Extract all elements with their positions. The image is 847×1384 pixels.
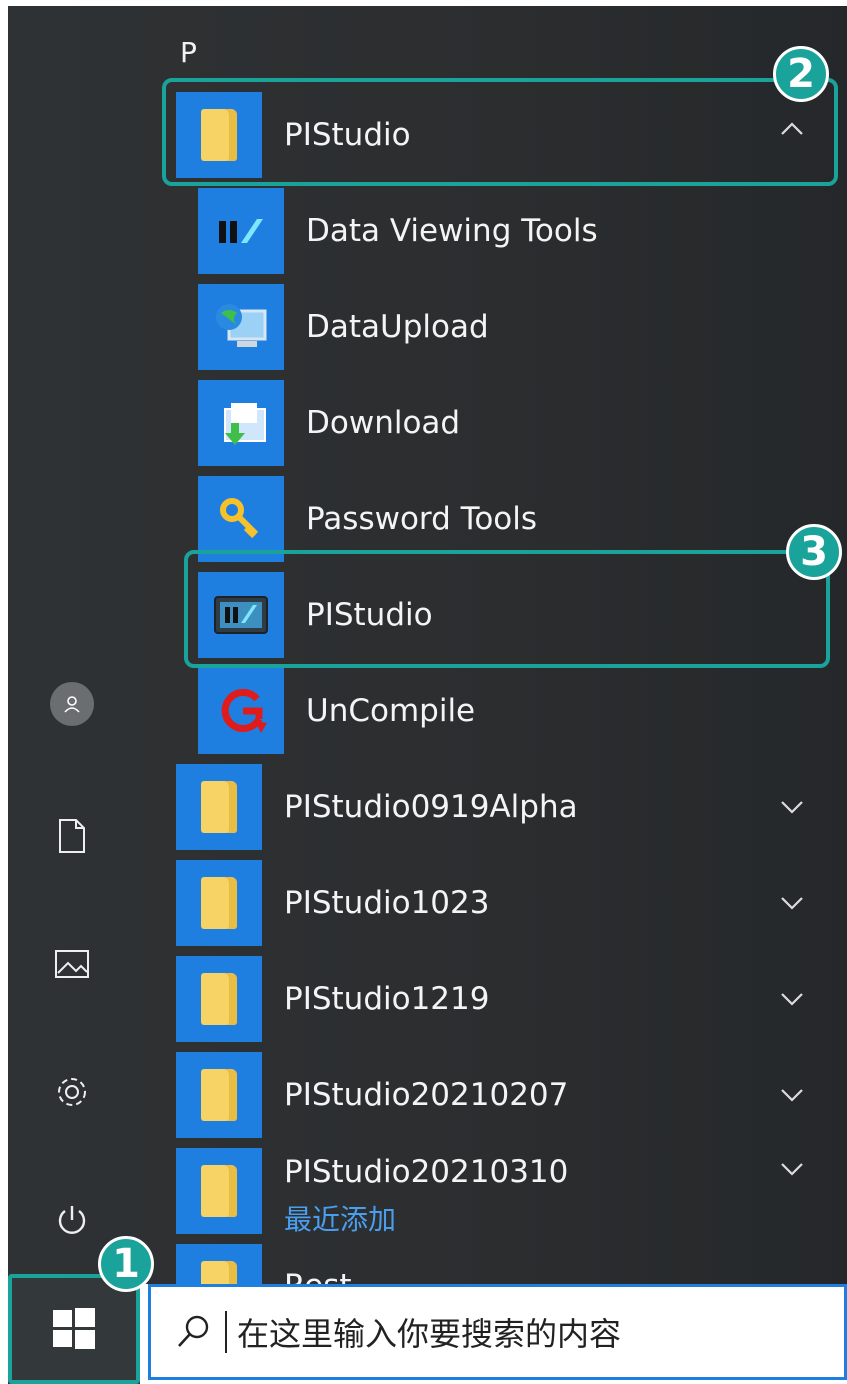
chevron-down-icon[interactable] bbox=[780, 1084, 804, 1109]
folder-label: PIStudio1219 bbox=[284, 981, 490, 1017]
search-icon bbox=[178, 1315, 209, 1347]
folder-label: PIStudio1023 bbox=[284, 885, 490, 921]
folder-label: PIStudio20210310 bbox=[284, 1154, 569, 1190]
gear-icon bbox=[58, 1078, 86, 1106]
folder-tile bbox=[176, 860, 262, 946]
callout-badge-3: 3 bbox=[786, 524, 842, 580]
chevron-down-icon[interactable] bbox=[780, 988, 804, 1013]
folder-label: PIStudio20210207 bbox=[284, 1077, 569, 1113]
computer-globe-icon bbox=[198, 284, 284, 370]
uncompile-icon bbox=[198, 668, 284, 754]
folder-item-pistudio0919alpha[interactable]: PIStudio0919Alpha bbox=[176, 764, 776, 850]
app-label: Password Tools bbox=[306, 501, 538, 537]
folder-icon bbox=[201, 1165, 237, 1217]
chevron-down-icon[interactable] bbox=[780, 796, 804, 821]
folder-item-pistudio20210207[interactable]: PIStudio20210207 bbox=[176, 1052, 776, 1138]
app-label: Download bbox=[306, 405, 461, 441]
power-icon bbox=[58, 1206, 86, 1234]
folder-tile bbox=[176, 764, 262, 850]
start-rail bbox=[8, 6, 148, 1284]
document-icon bbox=[59, 819, 85, 853]
settings-button[interactable] bbox=[50, 1070, 94, 1114]
callout-box-3 bbox=[184, 550, 830, 668]
folder-icon bbox=[201, 877, 237, 929]
text-caret bbox=[225, 1311, 227, 1353]
data-viewing-tools-icon bbox=[198, 188, 284, 274]
power-button[interactable] bbox=[50, 1198, 94, 1242]
user-account-button[interactable] bbox=[50, 682, 94, 726]
app-label: Data Viewing Tools bbox=[306, 213, 598, 249]
documents-button[interactable] bbox=[50, 814, 94, 858]
folder-tile bbox=[176, 1052, 262, 1138]
picture-icon bbox=[55, 950, 89, 978]
folder-label: PIStudio0919Alpha bbox=[284, 789, 578, 825]
app-label: UnCompile bbox=[306, 693, 476, 729]
chevron-down-icon[interactable] bbox=[780, 1158, 804, 1183]
chevron-down-icon[interactable] bbox=[780, 892, 804, 917]
callout-badge-2: 2 bbox=[773, 46, 829, 102]
folder-item-pistudio1023[interactable]: PIStudio1023 bbox=[176, 860, 776, 946]
folder-tile bbox=[176, 1148, 262, 1234]
pictures-button[interactable] bbox=[50, 942, 94, 986]
section-letter[interactable]: P bbox=[180, 36, 197, 69]
search-placeholder: 在这里输入你要搜索的内容 bbox=[237, 1315, 622, 1353]
app-item-data-viewing-tools[interactable]: Data Viewing Tools bbox=[198, 188, 818, 274]
callout-box-2 bbox=[162, 78, 838, 186]
callout-badge-1: 1 bbox=[98, 1236, 154, 1292]
app-label: DataUpload bbox=[306, 309, 489, 345]
recently-added-label: 最近添加 bbox=[284, 1203, 397, 1236]
folder-icon bbox=[201, 973, 237, 1025]
app-item-uncompile[interactable]: UnCompile bbox=[198, 668, 818, 754]
folder-icon bbox=[201, 1069, 237, 1121]
folder-icon bbox=[201, 781, 237, 833]
search-box[interactable]: 在这里输入你要搜索的内容 bbox=[148, 1284, 847, 1380]
folder-item-pistudio20210310[interactable]: PIStudio20210310 bbox=[176, 1148, 776, 1234]
start-menu: P PIStudio Data Viewing Tools DataUpload… bbox=[8, 6, 847, 1284]
avatar-icon bbox=[50, 682, 94, 726]
app-item-download[interactable]: Download bbox=[198, 380, 818, 466]
folder-item-pistudio1219[interactable]: PIStudio1219 bbox=[176, 956, 776, 1042]
download-folder-icon bbox=[198, 380, 284, 466]
taskbar: 1 在这里输入你要搜索的内容 bbox=[8, 1236, 847, 1384]
app-item-dataupload[interactable]: DataUpload bbox=[198, 284, 818, 370]
folder-tile bbox=[176, 956, 262, 1042]
